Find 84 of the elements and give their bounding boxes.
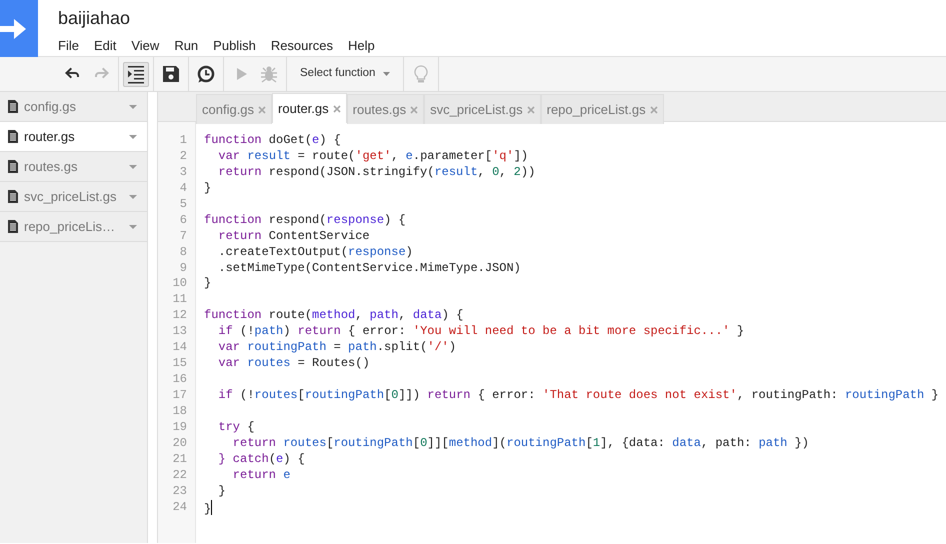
line-number: 4 (178, 180, 188, 197)
file-icon (8, 190, 18, 203)
code-line: } catch(e) { (217, 452, 305, 466)
file-icon (8, 100, 18, 113)
indent-icon (127, 64, 145, 84)
close-icon[interactable] (332, 104, 341, 112)
file-tab[interactable]: svc_priceList.gs (424, 94, 541, 124)
caret-icon (383, 72, 390, 76)
save-icon (162, 64, 180, 84)
function-select[interactable]: Select function (291, 62, 400, 86)
bug-icon (260, 64, 278, 84)
file-icon (8, 220, 18, 233)
line-number: 22 (172, 468, 188, 484)
code-line: var routes = Routes() (217, 356, 370, 370)
line-number: 5 (178, 196, 188, 213)
code-line: return respond(JSON.stringify(result, 0, 2)) (217, 164, 536, 179)
code-line: .setMimeType(ContentService.MimeType.JSON) (217, 260, 521, 274)
file-tab[interactable]: routes.gs (346, 94, 424, 124)
menu-item[interactable]: Edit (94, 36, 116, 56)
code-line: return ContentService (217, 228, 370, 243)
file-tab[interactable]: config.gs (196, 94, 272, 124)
code-line: if (!routes[routingPath[0]]) return { error: 'That route does not exist', routingPath: routingPath } (217, 388, 939, 402)
code-line: if (!path) return { error: 'You will need to be a bit more specific...' } (217, 324, 744, 338)
menu-item[interactable]: Publish (213, 36, 256, 56)
code-line: try { (217, 420, 254, 434)
caret-icon[interactable] (129, 164, 137, 168)
clock-icon (197, 64, 215, 84)
menu-item[interactable]: Resources (270, 36, 333, 56)
arrow-icon (0, 18, 28, 40)
file-icon (8, 160, 18, 173)
file-icon (8, 130, 18, 143)
file-tab[interactable]: repo_priceList.gs (540, 94, 664, 124)
close-icon[interactable] (650, 106, 658, 114)
logo[interactable] (0, 0, 38, 57)
code-line: } (204, 276, 212, 290)
close-icon[interactable] (410, 106, 418, 114)
text-cursor (211, 500, 212, 515)
line-number: 12 (172, 308, 188, 324)
code-line: return e (232, 468, 290, 482)
code-line: return routes[routingPath[0]][method](routingPath[1], {data: data, path: path }) (232, 436, 809, 450)
project-title[interactable]: baijiahao (58, 9, 375, 27)
line-number: 16 (172, 372, 188, 388)
menu-item[interactable]: File (58, 36, 79, 56)
line-number: 23 (172, 484, 188, 500)
menu-item[interactable]: View (131, 36, 160, 56)
code-line: .createTextOutput(response) (217, 244, 413, 259)
line-number: 17 (172, 388, 188, 404)
code-line: } (204, 180, 212, 195)
code-line: var routingPath = path.split('/') (217, 340, 456, 354)
lightbulb-icon (412, 64, 430, 84)
menu-item[interactable]: Run (174, 36, 198, 56)
line-number: 21 (172, 452, 188, 468)
code-line: function respond(response) { (204, 212, 406, 227)
code-line: function doGet(e) { (204, 133, 341, 147)
line-number: 24 (172, 500, 188, 516)
code-line: var result = route('get', e.parameter['q']) (217, 148, 528, 163)
line-number: 10 (172, 276, 188, 292)
line-number: 18 (172, 404, 188, 420)
line-number: 15 (172, 356, 188, 372)
caret-icon[interactable] (129, 194, 137, 198)
menu-item[interactable]: Help (348, 36, 375, 56)
line-number: 14 (172, 340, 188, 356)
indent-button[interactable] (123, 62, 149, 86)
file-tab[interactable]: router.gs (272, 93, 347, 123)
line-number: 9 (178, 260, 188, 276)
code-line: } (217, 484, 226, 498)
line-number: 2 (178, 148, 188, 165)
line-number: 11 (172, 292, 188, 308)
line-number: 1 (178, 133, 188, 149)
caret-icon[interactable] (129, 104, 137, 108)
code-line: } (204, 502, 212, 516)
close-icon[interactable] (258, 106, 266, 114)
line-number: 20 (172, 436, 188, 452)
line-number: 8 (178, 244, 188, 260)
line-number: 19 (172, 420, 188, 436)
line-number: 6 (178, 212, 188, 229)
code-line: function route(method, path, data) { (204, 308, 464, 322)
line-number: 7 (178, 228, 188, 245)
line-number: 3 (178, 164, 188, 181)
line-number: 13 (172, 324, 188, 340)
caret-icon[interactable] (129, 224, 137, 228)
caret-icon[interactable] (129, 134, 137, 138)
close-icon[interactable] (526, 106, 535, 114)
script-file[interactable]: router.gs (0, 122, 147, 152)
